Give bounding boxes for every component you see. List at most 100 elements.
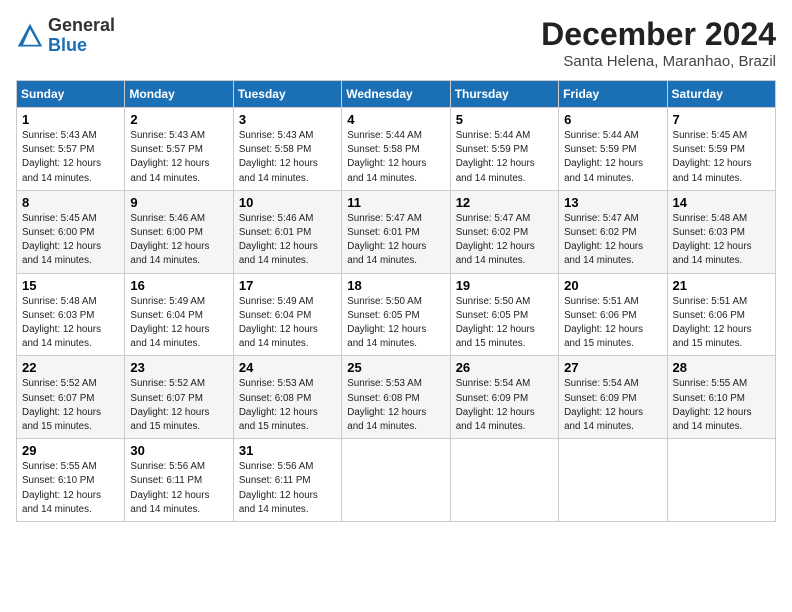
day-info: Sunrise: 5:52 AM Sunset: 6:07 PM Dayligh…: [130, 377, 227, 434]
calendar-cell: 28 Sunrise: 5:55 AM Sunset: 6:10 PM Dayl…: [667, 356, 775, 439]
day-number: 24: [239, 360, 336, 375]
day-info: Sunrise: 5:47 AM Sunset: 6:02 PM Dayligh…: [564, 212, 661, 269]
calendar-cell: 6 Sunrise: 5:44 AM Sunset: 5:59 PM Dayli…: [559, 108, 667, 191]
logo-icon: [16, 22, 44, 50]
day-number: 31: [239, 443, 336, 458]
day-number: 29: [22, 443, 119, 458]
calendar-cell: 17 Sunrise: 5:49 AM Sunset: 6:04 PM Dayl…: [233, 273, 341, 356]
logo-text: General Blue: [48, 16, 115, 56]
calendar-cell: 4 Sunrise: 5:44 AM Sunset: 5:58 PM Dayli…: [342, 108, 450, 191]
day-number: 10: [239, 195, 336, 210]
day-number: 2: [130, 112, 227, 127]
calendar-cell: 23 Sunrise: 5:52 AM Sunset: 6:07 PM Dayl…: [125, 356, 233, 439]
day-info: Sunrise: 5:53 AM Sunset: 6:08 PM Dayligh…: [347, 377, 444, 434]
day-number: 16: [130, 278, 227, 293]
day-info: Sunrise: 5:45 AM Sunset: 6:00 PM Dayligh…: [22, 212, 119, 269]
day-number: 30: [130, 443, 227, 458]
weekday-header-monday: Monday: [125, 81, 233, 108]
calendar-cell: 31 Sunrise: 5:56 AM Sunset: 6:11 PM Dayl…: [233, 439, 341, 522]
location: Santa Helena, Maranhao, Brazil: [541, 53, 776, 70]
day-info: Sunrise: 5:46 AM Sunset: 6:01 PM Dayligh…: [239, 212, 336, 269]
calendar-cell: 15 Sunrise: 5:48 AM Sunset: 6:03 PM Dayl…: [17, 273, 125, 356]
day-number: 28: [673, 360, 770, 375]
calendar-cell: 20 Sunrise: 5:51 AM Sunset: 6:06 PM Dayl…: [559, 273, 667, 356]
day-info: Sunrise: 5:54 AM Sunset: 6:09 PM Dayligh…: [564, 377, 661, 434]
weekday-header-saturday: Saturday: [667, 81, 775, 108]
calendar-cell: 12 Sunrise: 5:47 AM Sunset: 6:02 PM Dayl…: [450, 190, 558, 273]
calendar-cell: 9 Sunrise: 5:46 AM Sunset: 6:00 PM Dayli…: [125, 190, 233, 273]
calendar-cell: 30 Sunrise: 5:56 AM Sunset: 6:11 PM Dayl…: [125, 439, 233, 522]
calendar-week-row: 22 Sunrise: 5:52 AM Sunset: 6:07 PM Dayl…: [17, 356, 776, 439]
day-info: Sunrise: 5:56 AM Sunset: 6:11 PM Dayligh…: [130, 460, 227, 517]
calendar-cell: 3 Sunrise: 5:43 AM Sunset: 5:58 PM Dayli…: [233, 108, 341, 191]
calendar-cell: 24 Sunrise: 5:53 AM Sunset: 6:08 PM Dayl…: [233, 356, 341, 439]
day-info: Sunrise: 5:50 AM Sunset: 6:05 PM Dayligh…: [347, 295, 444, 352]
calendar-cell: 14 Sunrise: 5:48 AM Sunset: 6:03 PM Dayl…: [667, 190, 775, 273]
day-info: Sunrise: 5:53 AM Sunset: 6:08 PM Dayligh…: [239, 377, 336, 434]
day-number: 14: [673, 195, 770, 210]
calendar-cell: 22 Sunrise: 5:52 AM Sunset: 6:07 PM Dayl…: [17, 356, 125, 439]
calendar-table: SundayMondayTuesdayWednesdayThursdayFrid…: [16, 80, 776, 522]
calendar-cell: [559, 439, 667, 522]
day-info: Sunrise: 5:51 AM Sunset: 6:06 PM Dayligh…: [673, 295, 770, 352]
day-number: 5: [456, 112, 553, 127]
day-number: 25: [347, 360, 444, 375]
day-info: Sunrise: 5:54 AM Sunset: 6:09 PM Dayligh…: [456, 377, 553, 434]
day-info: Sunrise: 5:43 AM Sunset: 5:57 PM Dayligh…: [130, 129, 227, 186]
day-number: 22: [22, 360, 119, 375]
day-number: 7: [673, 112, 770, 127]
day-info: Sunrise: 5:44 AM Sunset: 5:58 PM Dayligh…: [347, 129, 444, 186]
day-info: Sunrise: 5:56 AM Sunset: 6:11 PM Dayligh…: [239, 460, 336, 517]
day-number: 27: [564, 360, 661, 375]
calendar-cell: 21 Sunrise: 5:51 AM Sunset: 6:06 PM Dayl…: [667, 273, 775, 356]
day-number: 20: [564, 278, 661, 293]
calendar-cell: 13 Sunrise: 5:47 AM Sunset: 6:02 PM Dayl…: [559, 190, 667, 273]
calendar-week-row: 1 Sunrise: 5:43 AM Sunset: 5:57 PM Dayli…: [17, 108, 776, 191]
weekday-header-wednesday: Wednesday: [342, 81, 450, 108]
calendar-week-row: 8 Sunrise: 5:45 AM Sunset: 6:00 PM Dayli…: [17, 190, 776, 273]
calendar-cell: 8 Sunrise: 5:45 AM Sunset: 6:00 PM Dayli…: [17, 190, 125, 273]
calendar-cell: [450, 439, 558, 522]
day-number: 19: [456, 278, 553, 293]
day-info: Sunrise: 5:44 AM Sunset: 5:59 PM Dayligh…: [456, 129, 553, 186]
day-number: 6: [564, 112, 661, 127]
day-number: 23: [130, 360, 227, 375]
calendar-week-row: 29 Sunrise: 5:55 AM Sunset: 6:10 PM Dayl…: [17, 439, 776, 522]
calendar-cell: 19 Sunrise: 5:50 AM Sunset: 6:05 PM Dayl…: [450, 273, 558, 356]
weekday-header-sunday: Sunday: [17, 81, 125, 108]
calendar-cell: 5 Sunrise: 5:44 AM Sunset: 5:59 PM Dayli…: [450, 108, 558, 191]
day-number: 1: [22, 112, 119, 127]
calendar-cell: 26 Sunrise: 5:54 AM Sunset: 6:09 PM Dayl…: [450, 356, 558, 439]
calendar-week-row: 15 Sunrise: 5:48 AM Sunset: 6:03 PM Dayl…: [17, 273, 776, 356]
calendar-cell: 27 Sunrise: 5:54 AM Sunset: 6:09 PM Dayl…: [559, 356, 667, 439]
day-number: 4: [347, 112, 444, 127]
weekday-header-tuesday: Tuesday: [233, 81, 341, 108]
day-number: 8: [22, 195, 119, 210]
calendar-cell: [667, 439, 775, 522]
day-info: Sunrise: 5:55 AM Sunset: 6:10 PM Dayligh…: [22, 460, 119, 517]
day-number: 3: [239, 112, 336, 127]
day-number: 26: [456, 360, 553, 375]
calendar-cell: 7 Sunrise: 5:45 AM Sunset: 5:59 PM Dayli…: [667, 108, 775, 191]
day-info: Sunrise: 5:44 AM Sunset: 5:59 PM Dayligh…: [564, 129, 661, 186]
day-number: 11: [347, 195, 444, 210]
day-info: Sunrise: 5:47 AM Sunset: 6:02 PM Dayligh…: [456, 212, 553, 269]
day-number: 15: [22, 278, 119, 293]
calendar-cell: 25 Sunrise: 5:53 AM Sunset: 6:08 PM Dayl…: [342, 356, 450, 439]
day-number: 18: [347, 278, 444, 293]
day-info: Sunrise: 5:46 AM Sunset: 6:00 PM Dayligh…: [130, 212, 227, 269]
calendar-cell: 2 Sunrise: 5:43 AM Sunset: 5:57 PM Dayli…: [125, 108, 233, 191]
day-number: 9: [130, 195, 227, 210]
day-info: Sunrise: 5:47 AM Sunset: 6:01 PM Dayligh…: [347, 212, 444, 269]
day-number: 21: [673, 278, 770, 293]
day-info: Sunrise: 5:50 AM Sunset: 6:05 PM Dayligh…: [456, 295, 553, 352]
day-number: 13: [564, 195, 661, 210]
calendar-cell: 10 Sunrise: 5:46 AM Sunset: 6:01 PM Dayl…: [233, 190, 341, 273]
day-info: Sunrise: 5:49 AM Sunset: 6:04 PM Dayligh…: [130, 295, 227, 352]
title-block: December 2024 Santa Helena, Maranhao, Br…: [541, 16, 776, 70]
month-title: December 2024: [541, 16, 776, 53]
calendar-cell: 29 Sunrise: 5:55 AM Sunset: 6:10 PM Dayl…: [17, 439, 125, 522]
day-number: 12: [456, 195, 553, 210]
calendar-cell: 1 Sunrise: 5:43 AM Sunset: 5:57 PM Dayli…: [17, 108, 125, 191]
day-info: Sunrise: 5:55 AM Sunset: 6:10 PM Dayligh…: [673, 377, 770, 434]
